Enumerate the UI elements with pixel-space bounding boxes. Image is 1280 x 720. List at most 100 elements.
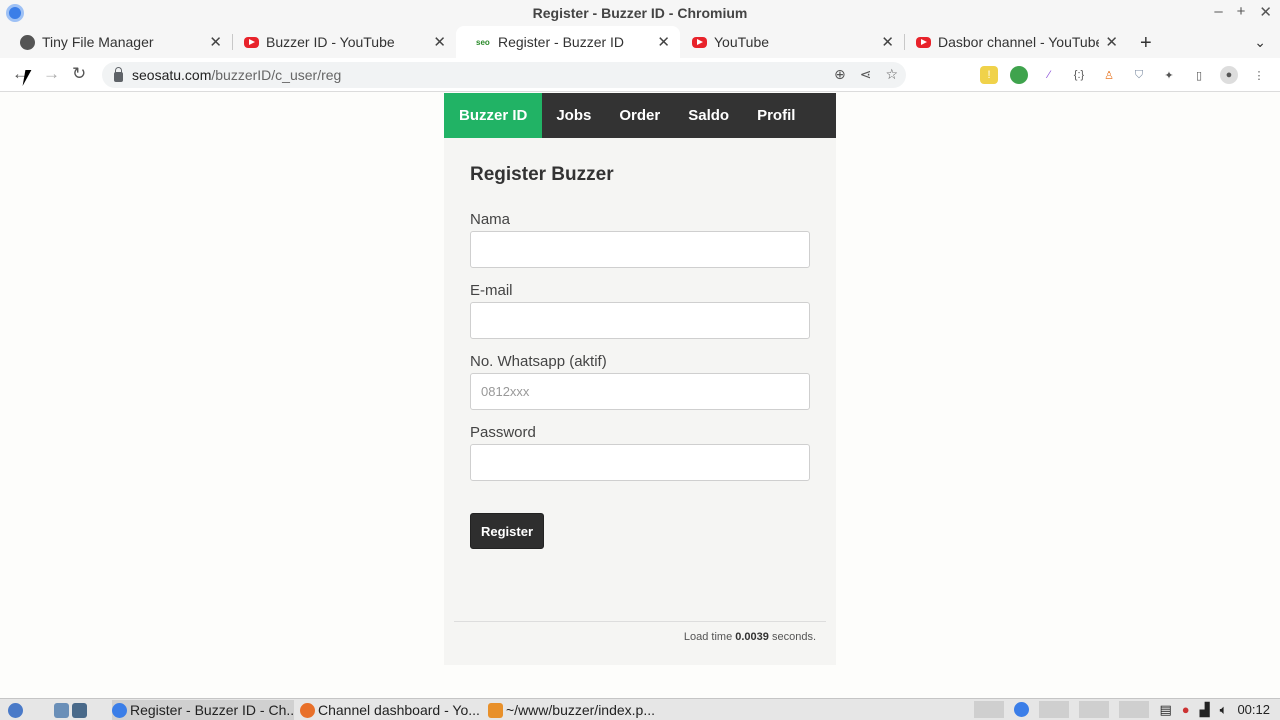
network-signal-icon[interactable]: ▟ [1200,702,1210,718]
clipboard-icon[interactable]: ▤ [1159,702,1171,718]
task-chromium[interactable]: Register - Buzzer ID - Ch... [112,700,294,720]
footer-divider [454,621,826,622]
register-card: Buzzer ID Jobs Order Saldo Profil Regist… [444,93,836,665]
nav-item-saldo[interactable]: Saldo [674,93,743,138]
register-button[interactable]: Register [470,513,545,549]
task-sublime[interactable]: ~/www/buzzer/index.p... [488,700,670,720]
start-logo-icon [8,702,23,718]
close-tab-icon[interactable]: ✕ [433,33,446,51]
tray-window-icon[interactable] [974,701,1005,718]
system-tray: ▤ ● ▟ 🔈︎ 00:12 [974,701,1270,718]
password-input[interactable] [470,444,810,481]
tab-buzzer-id-youtube[interactable]: Buzzer ID - YouTube ✕ [224,26,456,58]
window-controls: – + ✕ [1214,3,1272,21]
profile-avatar-icon[interactable]: ● [1220,66,1238,84]
extension-badge-icon[interactable]: ! [980,66,998,84]
minimize-icon[interactable]: – [1214,3,1222,21]
json-braces-icon[interactable]: {:} [1070,66,1088,84]
zoom-icon[interactable]: ⊕ [834,66,846,83]
mascot-icon[interactable]: ♙ [1100,66,1118,84]
task-firefox[interactable]: Channel dashboard - Yo... [300,700,482,720]
volume-icon[interactable]: 🔈︎ [1220,702,1228,718]
close-tab-icon[interactable]: ✕ [1105,33,1118,51]
nav-item-profil[interactable]: Profil [743,93,809,138]
url-path: /buzzerID/c_user/reg [211,67,342,83]
password-label: Password [470,424,536,441]
chromium-icon [112,702,127,718]
close-tab-icon[interactable]: ✕ [657,33,670,51]
record-icon[interactable]: ● [1182,702,1190,717]
forward-arrow-icon[interactable]: → [43,64,60,84]
window-titlebar: Register - Buzzer ID - Chromium – + ✕ [0,0,1280,26]
window-title: Register - Buzzer ID - Chromium [532,5,748,21]
start-menu-icon[interactable] [8,700,36,720]
tab-tiny-file-manager[interactable]: Tiny File Manager ✕ [0,26,233,58]
nav-brand-link[interactable]: Buzzer ID [444,93,543,138]
bookmark-star-icon[interactable]: ☆ [885,66,898,83]
nama-input[interactable] [470,231,810,268]
tab-label: Buzzer ID - YouTube [266,34,395,50]
lock-icon[interactable] [114,67,123,82]
email-label: E-mail [470,282,513,299]
youtube-icon [916,36,931,48]
maximize-icon[interactable]: + [1237,3,1246,21]
browser-toolbar: ← → ↻ seosatu.com/buzzerID/c_user/reg ⊕ … [0,58,1280,92]
shield-icon[interactable]: ⛉ [1130,66,1148,84]
close-window-icon[interactable]: ✕ [1259,3,1272,21]
desktop-shortcuts[interactable] [54,700,102,720]
task-label: ~/www/buzzer/index.p... [506,702,656,718]
load-time-value: 0.0039 [735,631,769,643]
globe-icon [20,34,35,50]
close-tab-icon[interactable]: ✕ [881,33,894,51]
task-label: Register - Buzzer ID - Ch... [130,702,294,718]
nav-item-jobs[interactable]: Jobs [542,93,605,138]
chromium-icon [6,4,24,22]
whatsapp-input[interactable] [470,373,810,410]
tab-label: Dasbor channel - YouTube [938,34,1100,50]
tab-register-buzzer-id[interactable]: seo Register - Buzzer ID ✕ [456,26,680,58]
seo-icon: seo [476,37,490,47]
close-tab-icon[interactable]: ✕ [209,33,222,51]
firefox-icon [300,702,315,718]
tab-strip: Tiny File Manager ✕ Buzzer ID - YouTube … [0,26,1280,58]
workspace-3[interactable] [1119,701,1150,718]
kebab-menu-icon[interactable]: ⋮ [1250,66,1268,84]
whatsapp-label: No. Whatsapp (aktif) [470,353,607,370]
tab-label: Register - Buzzer ID [498,34,625,50]
youtube-icon [692,36,707,48]
tab-label: YouTube [714,34,770,50]
tab-label: Tiny File Manager [42,34,154,50]
page-viewport: Buzzer ID Jobs Order Saldo Profil Regist… [0,93,1280,698]
register-form: Register Buzzer Nama E-mail No. Whatsapp… [444,138,836,573]
load-time-suffix: seconds. [771,631,816,643]
tab-youtube[interactable]: YouTube ✕ [672,26,905,58]
email-input[interactable] [470,302,810,339]
youtube-icon [244,36,259,48]
workspace-1[interactable] [1039,701,1070,718]
terminal-icon [72,702,87,718]
puzzle-icon[interactable]: ✦ [1160,66,1178,84]
url-host: seosatu.com [132,67,212,83]
os-taskbar: Register - Buzzer ID - Ch... Channel das… [0,698,1280,720]
sublime-icon [488,702,503,718]
nama-label: Nama [470,211,511,228]
feather-icon[interactable]: ⁄ [1040,66,1058,84]
extensions-bar: ! ⁄ {:} ♙ ⛉ ✦ ▯ ● ⋮ [980,66,1268,84]
clock[interactable]: 00:12 [1237,702,1270,717]
tab-dasbor-channel[interactable]: Dasbor channel - YouTube ✕ [896,26,1128,58]
reload-icon[interactable]: ↻ [72,64,86,84]
workspace-2[interactable] [1079,701,1110,718]
nav-item-order[interactable]: Order [605,93,674,138]
omnibox-actions: ⊕ ⋖ ☆ [834,66,898,83]
load-time-footer: Load time 0.0039 seconds. [684,631,816,643]
task-label: Channel dashboard - Yo... [318,702,480,718]
file-manager-icon [54,702,69,718]
tray-chromium-icon[interactable] [1014,702,1030,717]
share-icon[interactable]: ⋖ [860,66,872,83]
side-panel-icon[interactable]: ▯ [1190,66,1208,84]
form-heading: Register Buzzer [470,164,614,185]
extension-circle-icon[interactable] [1010,66,1028,84]
address-bar[interactable]: seosatu.com/buzzerID/c_user/reg ⊕ ⋖ ☆ [102,62,906,88]
new-tab-icon[interactable]: + [1140,32,1152,55]
chevron-down-icon[interactable]: ⌄ [1254,34,1266,51]
